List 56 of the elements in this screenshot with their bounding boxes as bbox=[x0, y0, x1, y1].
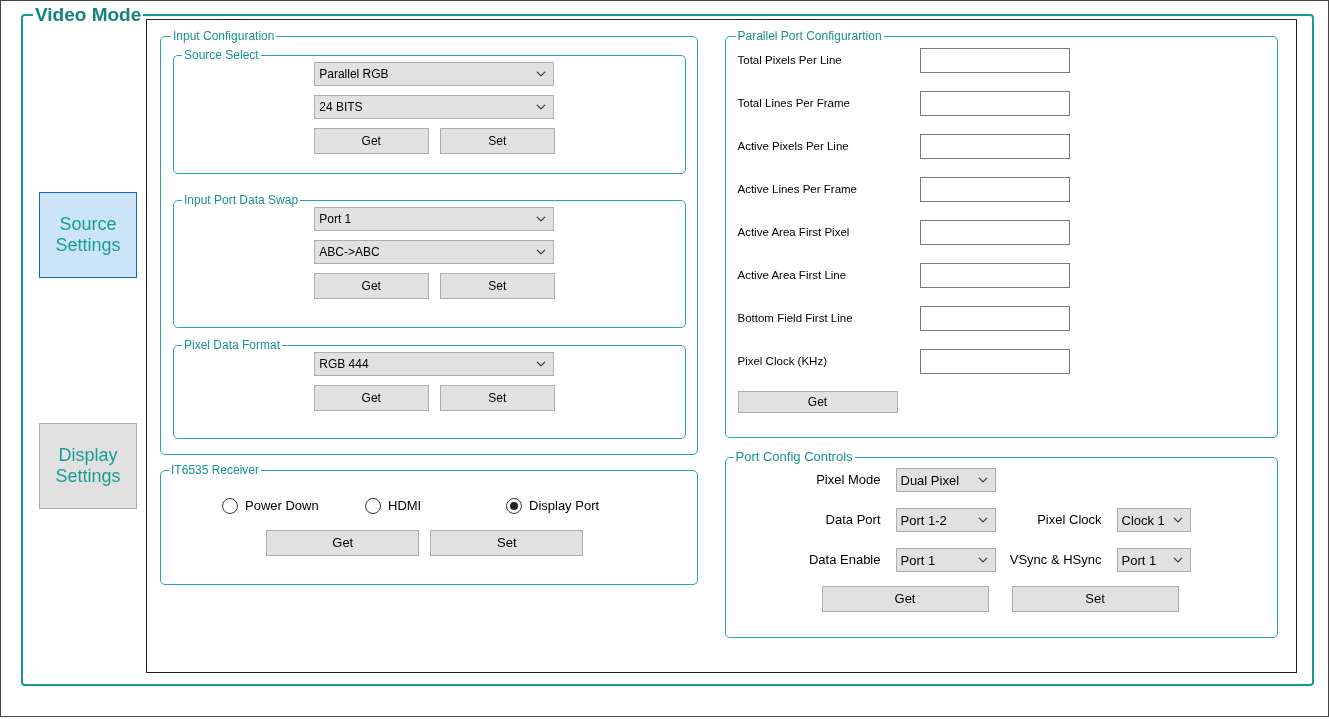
action-button[interactable]: Get bbox=[313, 385, 429, 411]
dropdown[interactable]: 24 BITS bbox=[314, 95, 555, 119]
input-field[interactable] bbox=[919, 91, 1070, 116]
group-title: Input Port Data Swap bbox=[183, 193, 300, 207]
dropdown[interactable]: Port 1-2 bbox=[895, 508, 996, 532]
field-label: Bottom Field First Line bbox=[737, 310, 854, 326]
action-button[interactable]: Get bbox=[313, 128, 429, 154]
radio-button[interactable] bbox=[222, 497, 238, 514]
action-button[interactable]: Set bbox=[439, 385, 555, 411]
field-label: Data Port bbox=[824, 511, 881, 530]
field-label: Pixel Clock bbox=[1036, 511, 1102, 530]
dropdown[interactable]: Dual Pixel bbox=[895, 468, 996, 492]
field-label: Pixel Clock (KHz) bbox=[737, 353, 828, 369]
field-label: Total Lines Per Frame bbox=[737, 95, 851, 111]
dropdown[interactable]: Port 1 bbox=[895, 548, 996, 572]
group-title: Input Configuration bbox=[172, 29, 276, 43]
field-label: Data Enable bbox=[807, 551, 881, 570]
dropdown[interactable]: Port 1 bbox=[314, 207, 555, 231]
dropdown[interactable]: Clock 1 bbox=[1116, 508, 1191, 532]
radio-label: Power Down bbox=[245, 497, 319, 515]
group-title: Pixel Data Format bbox=[183, 338, 282, 352]
dropdown[interactable]: ABC->ABC bbox=[314, 240, 555, 264]
input-field[interactable] bbox=[919, 177, 1070, 202]
action-button[interactable]: Set bbox=[1011, 586, 1179, 612]
input-field[interactable] bbox=[919, 306, 1070, 331]
action-button[interactable]: Set bbox=[439, 273, 555, 299]
radio-button[interactable] bbox=[365, 497, 381, 514]
action-button[interactable]: Get bbox=[266, 529, 420, 556]
panel-title: Video Mode bbox=[34, 5, 143, 25]
radio-button[interactable] bbox=[506, 497, 522, 514]
field-label: Active Pixels Per Line bbox=[737, 138, 850, 154]
group-title: IT6535 Receiver bbox=[170, 463, 261, 477]
radio-label: Display Port bbox=[529, 497, 600, 515]
input-field[interactable] bbox=[919, 349, 1070, 374]
field-label: Active Area First Pixel bbox=[737, 224, 851, 240]
action-button[interactable]: Set bbox=[430, 529, 584, 556]
group-title: Parallel Port Configurartion bbox=[736, 29, 883, 43]
field-label: VSync & HSync bbox=[1008, 551, 1102, 570]
radio-label: HDMI bbox=[388, 497, 422, 515]
input-field[interactable] bbox=[919, 263, 1070, 288]
action-button[interactable]: Get bbox=[313, 273, 429, 299]
action-button[interactable]: Get bbox=[821, 586, 989, 612]
action-button[interactable]: Set bbox=[439, 128, 555, 154]
group-title: Source Select bbox=[183, 48, 260, 62]
dropdown[interactable]: RGB 444 bbox=[314, 352, 555, 376]
group-title: Port Config Controls bbox=[734, 450, 854, 464]
input-field[interactable] bbox=[919, 220, 1070, 245]
field-label: Total Pixels Per Line bbox=[737, 52, 843, 68]
dropdown[interactable]: Parallel RGB bbox=[314, 62, 555, 86]
field-label: Active Lines Per Frame bbox=[737, 181, 858, 197]
field-label: Pixel Mode bbox=[815, 471, 881, 490]
dropdown[interactable]: Port 1 bbox=[1116, 548, 1191, 572]
input-field[interactable] bbox=[919, 134, 1070, 159]
field-label: Active Area First Line bbox=[737, 267, 848, 283]
input-field[interactable] bbox=[919, 48, 1070, 73]
action-button[interactable]: Get bbox=[737, 391, 898, 413]
